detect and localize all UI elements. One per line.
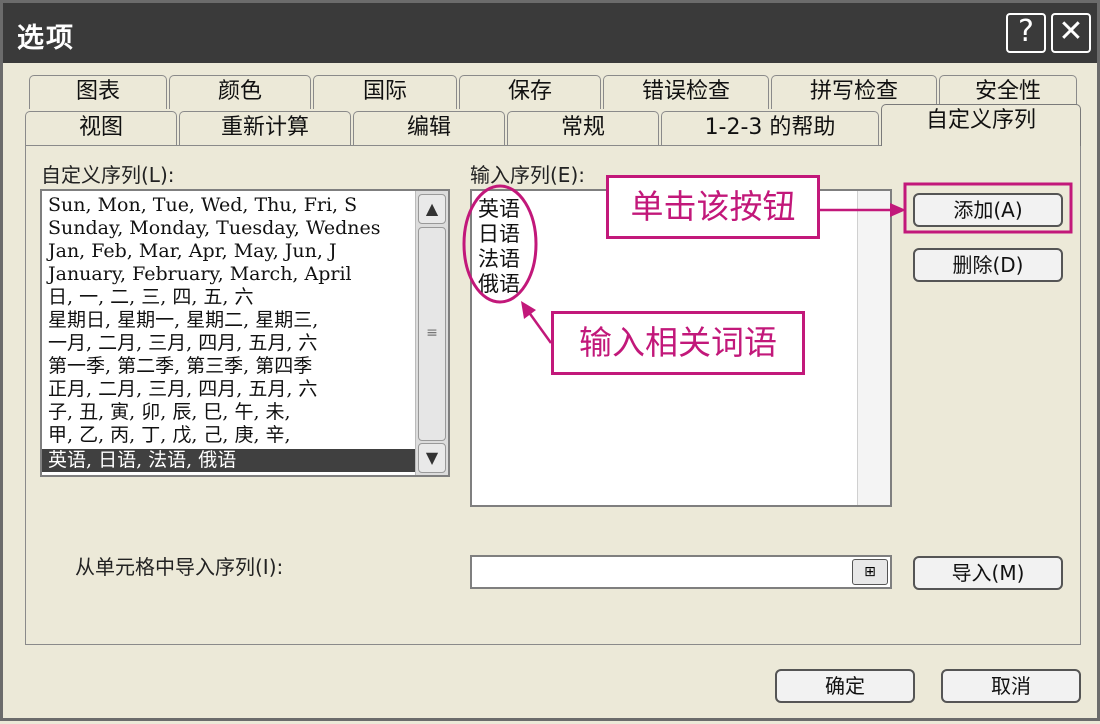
title-bar[interactable]: 选项 ? ✕: [3, 3, 1097, 63]
tab-view[interactable]: 视图: [25, 111, 177, 145]
tab-custom-lists[interactable]: 自定义序列: [881, 104, 1081, 146]
list-item[interactable]: 星期日, 星期一, 星期二, 星期三,: [48, 309, 318, 332]
list-item[interactable]: January, February, March, April: [48, 263, 352, 286]
entry-line: 俄语: [478, 272, 520, 296]
tab-international[interactable]: 国际: [313, 75, 457, 109]
tab-save[interactable]: 保存: [459, 75, 601, 109]
list-item[interactable]: 正月, 二月, 三月, 四月, 五月, 六: [48, 378, 317, 401]
range-select-icon[interactable]: ⊞: [852, 559, 888, 585]
callout-enter-words: 输入相关词语: [551, 311, 805, 375]
options-dialog: 选项 ? ✕ 图表 颜色 国际 保存 错误检查 拼写检查 安全性 视图 重新计算…: [0, 0, 1100, 721]
list-item[interactable]: 一月, 二月, 三月, 四月, 五月, 六: [48, 332, 317, 355]
callout-click-button: 单击该按钮: [606, 175, 820, 239]
add-button[interactable]: 添加(A): [913, 193, 1063, 227]
import-label: 从单元格中导入序列(I):: [75, 555, 284, 579]
ok-button[interactable]: 确定: [775, 669, 915, 703]
list-item[interactable]: Sun, Mon, Tue, Wed, Thu, Fri, S: [48, 194, 357, 217]
tab-lotus-help[interactable]: 1-2-3 的帮助: [661, 111, 879, 145]
window-title: 选项: [17, 23, 75, 54]
list-item-selected[interactable]: 英语, 日语, 法语, 俄语: [42, 449, 416, 472]
scroll-down-icon[interactable]: ▼: [418, 443, 446, 473]
custom-lists-listbox[interactable]: Sun, Mon, Tue, Wed, Thu, Fri, S Sunday, …: [40, 189, 450, 477]
scroll-thumb[interactable]: ≡: [418, 227, 446, 441]
cancel-button[interactable]: 取消: [941, 669, 1081, 703]
tab-general[interactable]: 常规: [507, 111, 659, 145]
list-entries-label: 输入序列(E):: [470, 163, 585, 187]
list-item[interactable]: 日, 一, 二, 三, 四, 五, 六: [48, 286, 253, 309]
import-range-input[interactable]: ⊞: [470, 555, 892, 589]
entries-scrollbar[interactable]: [857, 191, 890, 505]
close-button[interactable]: ✕: [1051, 13, 1091, 53]
list-item[interactable]: 第一季, 第二季, 第三季, 第四季: [48, 355, 312, 378]
tab-calculation[interactable]: 重新计算: [179, 111, 351, 145]
tab-chart[interactable]: 图表: [29, 75, 167, 109]
list-item[interactable]: 子, 丑, 寅, 卯, 辰, 巳, 午, 未,: [48, 401, 291, 424]
scroll-up-icon[interactable]: ▲: [418, 194, 446, 224]
tab-edit[interactable]: 编辑: [353, 111, 505, 145]
tab-error-checking[interactable]: 错误检查: [603, 75, 769, 109]
list-item[interactable]: Jan, Feb, Mar, Apr, May, Jun, J: [48, 240, 337, 263]
help-button[interactable]: ?: [1006, 13, 1046, 53]
entry-line: 日语: [478, 222, 520, 246]
list-item[interactable]: Sunday, Monday, Tuesday, Wednes: [48, 217, 380, 240]
entry-line: 英语: [478, 197, 520, 221]
list-item[interactable]: 甲, 乙, 丙, 丁, 戊, 己, 庚, 辛,: [48, 424, 291, 447]
list-scrollbar[interactable]: ▲ ≡ ▼: [415, 191, 448, 475]
entry-line: 法语: [478, 247, 520, 271]
custom-lists-label: 自定义序列(L):: [41, 163, 175, 187]
import-button[interactable]: 导入(M): [913, 556, 1063, 590]
tab-color[interactable]: 颜色: [169, 75, 311, 109]
delete-button[interactable]: 删除(D): [913, 248, 1063, 282]
